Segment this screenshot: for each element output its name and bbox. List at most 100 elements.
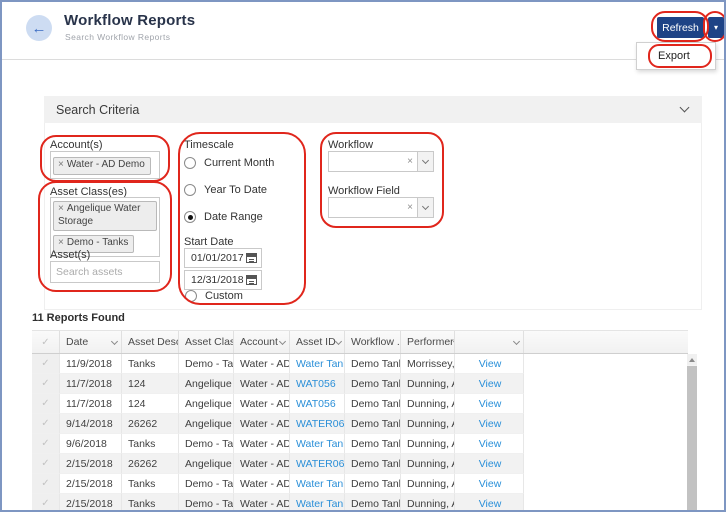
view-link[interactable]: View [479,398,502,410]
search-criteria-header[interactable]: Search Criteria [44,96,702,123]
asset-id-link[interactable]: Water Tank... [296,358,345,370]
row-check[interactable]: ✓ [32,354,60,374]
radio-icon[interactable] [184,157,196,169]
radio-custom[interactable]: Custom [185,290,243,302]
asset-class-tag[interactable]: ×Angelique Water Storage [53,201,157,231]
column-header-performer[interactable]: Performer [401,331,455,353]
app-window: ← Workflow Reports Search Workflow Repor… [0,0,726,512]
asset-id-link[interactable]: WATER06 [296,418,344,430]
refresh-button[interactable]: Refresh [657,17,704,38]
row-check[interactable]: ✓ [32,374,60,394]
view-link[interactable]: View [479,498,502,510]
column-header-account[interactable]: Account [234,331,290,353]
column-header-check[interactable]: ✓ [32,331,60,353]
asset-id-link[interactable]: WAT056 [296,398,336,410]
scroll-up-icon[interactable] [687,354,697,365]
asset-id-link[interactable]: WAT056 [296,378,336,390]
cell-workflow: Demo Tank... [345,474,401,494]
asset-id-link[interactable]: Water Tank... [296,478,345,490]
row-check[interactable]: ✓ [32,454,60,474]
cell-workflow: Demo Tank... [345,374,401,394]
remove-tag-icon[interactable]: × [58,159,64,170]
row-check[interactable]: ✓ [32,474,60,494]
view-link[interactable]: View [479,378,502,390]
row-check[interactable]: ✓ [32,494,60,512]
view-link[interactable]: View [479,418,502,430]
dropdown-button[interactable] [417,152,433,171]
cell-date: 11/9/2018 [60,354,122,374]
cell-date: 11/7/2018 [60,374,122,394]
export-menu-item[interactable]: Export [637,43,715,69]
column-header-asset_class[interactable]: Asset Class [179,331,234,353]
view-link[interactable]: View [479,438,502,450]
cell-performer: Dunning, A... [401,474,455,494]
column-header-workflow[interactable]: Workflow ... [345,331,401,353]
cell-view: View [455,474,524,494]
calendar-icon[interactable] [246,275,257,285]
timescale-label: Timescale [184,139,234,151]
start-date-input[interactable]: 01/01/2017 [184,248,262,268]
asset-class-tag-label: Demo - Tanks [67,237,129,248]
asset-classes-tagbox[interactable]: ×Angelique Water Storage ×Demo - Tanks [50,197,160,257]
scrollbar-thumb[interactable] [687,366,697,512]
account-tag[interactable]: ×Water - AD Demo [53,157,151,175]
asset-id-link[interactable]: Water Tank... [296,438,345,450]
refresh-dropdown-button[interactable]: ▾ [708,17,724,38]
cell-workflow: Demo Tank... [345,434,401,454]
row-check[interactable]: ✓ [32,394,60,414]
asset-id-link[interactable]: WATER06 [296,458,344,470]
remove-tag-icon[interactable]: × [58,203,64,214]
radio-icon[interactable] [185,290,197,302]
cell-performer: Morrissey, ... [401,354,455,374]
cell-account: Water - AD... [234,454,290,474]
view-link[interactable]: View [479,458,502,470]
table-body: ✓11/9/2018TanksDemo - Ta...Water - AD...… [32,354,524,512]
workflow-combobox[interactable]: × [328,151,434,172]
cell-asset_id: WATER06 [290,454,345,474]
row-check[interactable]: ✓ [32,434,60,454]
cell-asset_id: Water Tank... [290,474,345,494]
view-link[interactable]: View [479,358,502,370]
chevron-down-icon[interactable] [111,337,118,344]
check-icon: ✓ [41,418,49,429]
column-header-view[interactable] [455,331,524,353]
radio-current-month[interactable]: Current Month [184,157,274,169]
chevron-down-icon[interactable] [279,337,286,344]
dropdown-button[interactable] [417,198,433,217]
calendar-icon[interactable] [246,253,257,263]
radio-date-range[interactable]: Date Range [184,211,263,223]
chevron-down-icon[interactable] [680,103,690,113]
check-icon: ✓ [41,438,49,449]
cell-date: 9/14/2018 [60,414,122,434]
back-button[interactable]: ← [26,15,52,41]
radio-year-to-date[interactable]: Year To Date [184,184,267,196]
view-link[interactable]: View [479,478,502,490]
check-icon: ✓ [41,358,49,369]
column-header-label: Asset ID [296,336,336,348]
chevron-down-icon[interactable] [513,337,520,344]
clear-icon[interactable]: × [403,156,417,167]
column-header-asset_id[interactable]: Asset ID [290,331,345,353]
radio-icon[interactable] [184,184,196,196]
end-date-input[interactable]: 12/31/2018 [184,270,262,290]
cell-workflow: Demo Tank... [345,454,401,474]
vertical-scrollbar[interactable] [687,354,697,512]
radio-icon[interactable] [184,211,196,223]
assets-search-input[interactable] [50,261,160,283]
accounts-tagbox[interactable]: ×Water - AD Demo [50,151,160,179]
clear-icon[interactable]: × [403,202,417,213]
column-header-asset_desc[interactable]: Asset Desc... [122,331,179,353]
asset-id-link[interactable]: Water Tank... [296,498,345,510]
workflow-field-combobox[interactable]: × [328,197,434,218]
end-date-value: 12/31/2018 [191,274,244,286]
remove-tag-icon[interactable]: × [58,237,64,248]
radio-label: Year To Date [204,184,267,196]
column-header-date[interactable]: Date [60,331,122,353]
cell-asset_class: Angelique ... [179,414,234,434]
cell-view: View [455,414,524,434]
cell-asset_id: WATER06 [290,414,345,434]
chevron-down-icon [422,203,429,210]
cell-asset_id: Water Tank... [290,494,345,512]
cell-performer: Dunning, A... [401,434,455,454]
row-check[interactable]: ✓ [32,414,60,434]
